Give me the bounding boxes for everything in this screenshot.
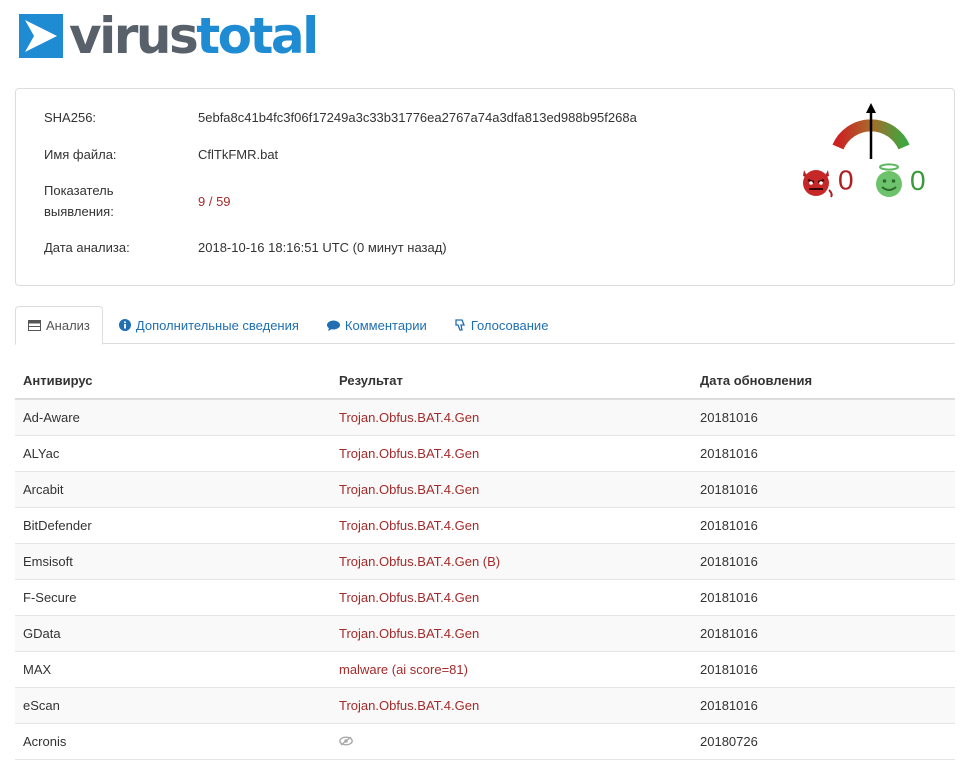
thumbs-icon bbox=[455, 319, 465, 331]
table-row: eScan Trojan.Obfus.BAT.4.Gen 20181016 bbox=[15, 688, 955, 724]
filename-value: CflTkFMR.bat bbox=[198, 147, 279, 162]
sha256-value: 5ebfa8c41b4fc3f06f17249a3c33b31776ea2767… bbox=[198, 110, 637, 125]
detection-result: Trojan.Obfus.BAT.4.Gen bbox=[339, 446, 480, 461]
detection-result: Trojan.Obfus.BAT.4.Gen bbox=[339, 482, 480, 497]
malicious-votes: 0 bbox=[798, 163, 854, 198]
sha256-row: SHA256: 5ebfa8c41b4fc3f06f17249a3c33b317… bbox=[44, 107, 637, 128]
antivirus-name: Emsisoft bbox=[23, 554, 73, 569]
comment-icon bbox=[326, 320, 340, 331]
antivirus-results-table: Антивирус Результат Дата обновления Ad-A… bbox=[15, 362, 955, 760]
logo-text-total: total bbox=[196, 7, 319, 65]
update-date: 20181016 bbox=[700, 410, 758, 425]
table-row: GData Trojan.Obfus.BAT.4.Gen 20181016 bbox=[15, 616, 955, 652]
detection-ratio: 9 / 59 bbox=[198, 193, 231, 209]
detection-result: Trojan.Obfus.BAT.4.Gen bbox=[339, 518, 480, 533]
analysis-date-row: Дата анализа: 2018-10-16 18:16:51 UTC (0… bbox=[44, 237, 447, 258]
detection-result: Trojan.Obfus.BAT.4.Gen (B) bbox=[339, 554, 501, 569]
antivirus-name: ALYac bbox=[23, 446, 60, 461]
update-date: 20181016 bbox=[700, 446, 758, 461]
table-row: F-Secure Trojan.Obfus.BAT.4.Gen 20181016 bbox=[15, 580, 955, 616]
antivirus-name: Acronis bbox=[23, 734, 67, 749]
update-date: 20181016 bbox=[700, 626, 758, 641]
tab-comments[interactable]: Комментарии bbox=[315, 306, 439, 344]
unsupported-eye-icon bbox=[339, 736, 353, 746]
antivirus-name: Ad-Aware bbox=[23, 410, 80, 425]
table-row: Acronis 20180726 bbox=[15, 724, 955, 760]
logo-text-virus: virus bbox=[69, 7, 199, 65]
tab-comments-label: Комментарии bbox=[344, 317, 427, 333]
report-tabs: Анализ Дополнительные сведения Комментар… bbox=[15, 306, 955, 345]
antivirus-name: BitDefender bbox=[23, 518, 92, 533]
table-row: Emsisoft Trojan.Obfus.BAT.4.Gen (B) 2018… bbox=[15, 544, 955, 580]
antivirus-name: eScan bbox=[23, 698, 60, 713]
detection-result bbox=[331, 734, 692, 749]
detection-label: Показатель выявления: bbox=[44, 183, 114, 219]
header-result: Результат bbox=[339, 372, 403, 388]
update-date: 20181016 bbox=[700, 662, 758, 677]
file-info-panel: SHA256: 5ebfa8c41b4fc3f06f17249a3c33b317… bbox=[15, 88, 955, 286]
info-icon bbox=[118, 319, 131, 331]
detection-row: Показатель выявления: 9 / 59 bbox=[44, 180, 231, 222]
detection-result: Trojan.Obfus.BAT.4.Gen bbox=[339, 410, 480, 425]
angel-icon bbox=[876, 163, 902, 197]
filename-label: Имя файла: bbox=[44, 147, 117, 162]
table-row: ALYac Trojan.Obfus.BAT.4.Gen 20181016 bbox=[15, 436, 955, 472]
antivirus-name: Arcabit bbox=[23, 482, 64, 497]
virustotal-logo[interactable]: virustotal bbox=[19, 11, 319, 61]
virustotal-logo-icon bbox=[19, 14, 63, 58]
detection-result: Trojan.Obfus.BAT.4.Gen bbox=[339, 626, 480, 641]
table-row: Arcabit Trojan.Obfus.BAT.4.Gen 20181016 bbox=[15, 472, 955, 508]
tab-analysis[interactable]: Анализ bbox=[15, 306, 103, 345]
table-header: Антивирус Результат Дата обновления bbox=[15, 362, 955, 400]
update-date: 20181016 bbox=[700, 482, 758, 497]
malicious-votes-count: 0 bbox=[838, 164, 854, 196]
sha256-label: SHA256: bbox=[44, 110, 97, 125]
antivirus-name: MAX bbox=[23, 662, 52, 677]
header-antivirus: Антивирус bbox=[23, 372, 93, 388]
detection-result: malware (ai score=81) bbox=[339, 662, 468, 677]
devil-icon bbox=[803, 169, 833, 198]
update-date: 20181016 bbox=[700, 698, 758, 713]
header-update-date: Дата обновления bbox=[700, 372, 813, 388]
tab-details-label: Дополнительные сведения bbox=[135, 317, 299, 333]
update-date: 20181016 bbox=[700, 518, 758, 533]
antivirus-name: GData bbox=[23, 626, 61, 641]
update-date: 20181016 bbox=[700, 554, 758, 569]
table-row: BitDefender Trojan.Obfus.BAT.4.Gen 20181… bbox=[15, 508, 955, 544]
update-date: 20180726 bbox=[700, 734, 758, 749]
table-row: Ad-Aware Trojan.Obfus.BAT.4.Gen 20181016 bbox=[15, 400, 955, 436]
analysis-date-value: 2018-10-16 18:16:51 UTC (0 минут назад) bbox=[198, 240, 447, 255]
tab-analysis-label: Анализ bbox=[46, 318, 90, 333]
antivirus-name: F-Secure bbox=[23, 590, 77, 605]
tab-votes-label: Голосование bbox=[470, 317, 549, 333]
filename-row: Имя файла: CflTkFMR.bat bbox=[44, 144, 278, 165]
detection-result: Trojan.Obfus.BAT.4.Gen bbox=[339, 590, 480, 605]
table-body: Ad-Aware Trojan.Obfus.BAT.4.Gen 20181016… bbox=[15, 400, 955, 760]
harmless-votes-count: 0 bbox=[910, 165, 926, 196]
tab-votes[interactable]: Голосование bbox=[443, 306, 561, 344]
harmless-votes: 0 bbox=[872, 163, 926, 199]
table-row: MAX malware (ai score=81) 20181016 bbox=[15, 652, 955, 688]
tab-details[interactable]: Дополнительные сведения bbox=[107, 306, 311, 344]
detection-result: Trojan.Obfus.BAT.4.Gen bbox=[339, 698, 480, 713]
table-icon bbox=[28, 320, 41, 331]
update-date: 20181016 bbox=[700, 590, 758, 605]
analysis-date-label: Дата анализа: bbox=[44, 240, 130, 255]
